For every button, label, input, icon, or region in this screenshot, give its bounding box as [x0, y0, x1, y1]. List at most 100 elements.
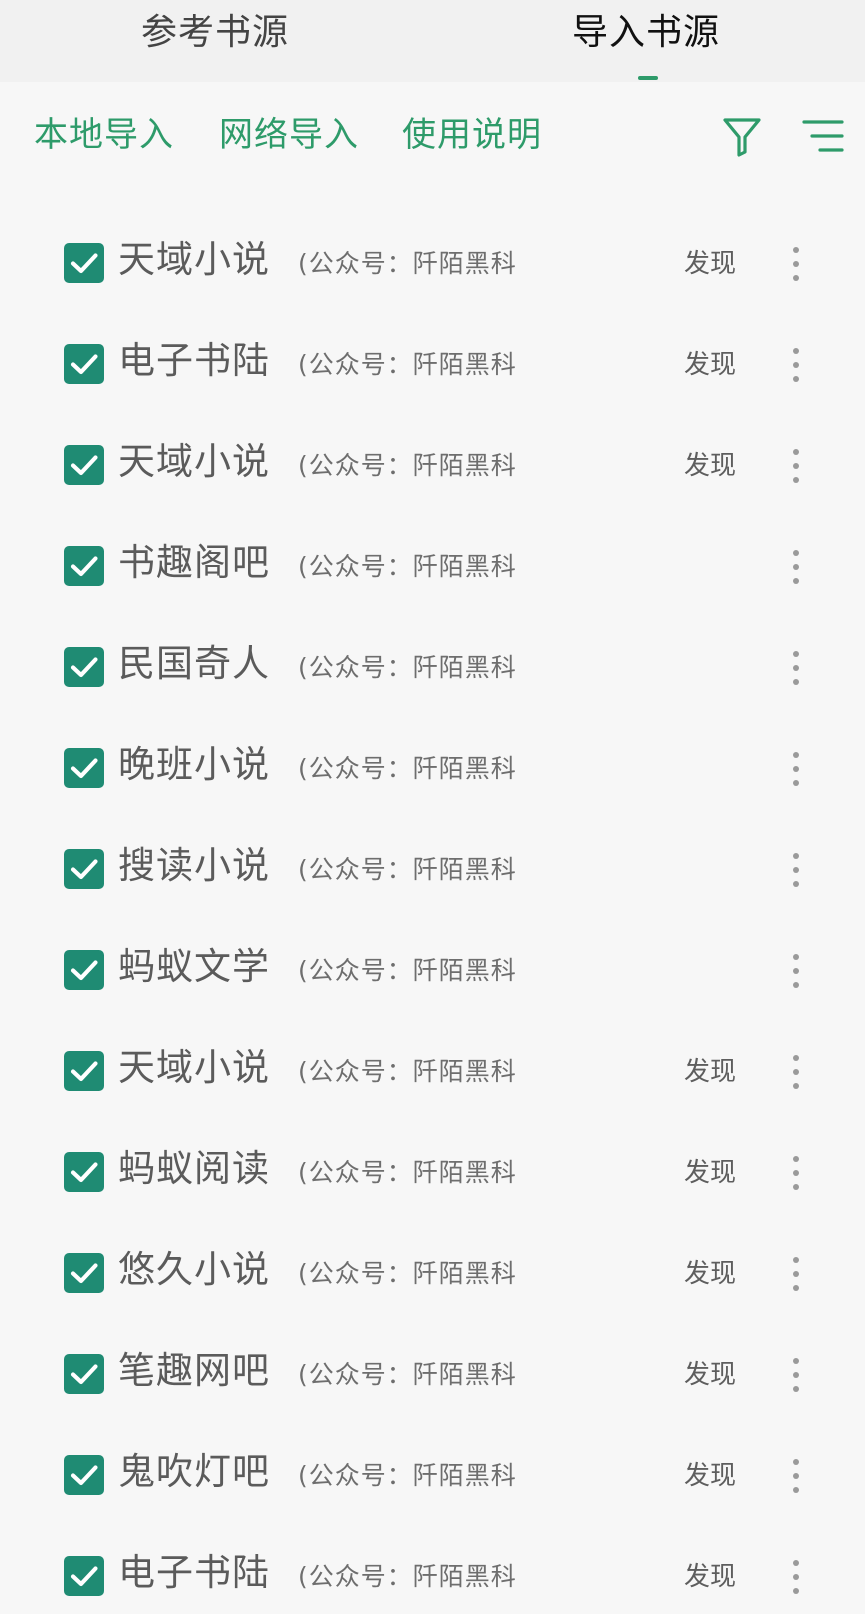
source-name: 蚂蚁文学 [118, 945, 270, 988]
sort-lines-icon[interactable] [802, 118, 844, 154]
source-checkbox[interactable] [64, 647, 104, 687]
source-row[interactable]: 笔趣网吧 (公众号：阡陌黑科 发现 [0, 1325, 865, 1426]
source-name: 晚班小说 [118, 743, 270, 786]
more-vertical-icon[interactable] [784, 646, 808, 690]
active-tab-indicator [638, 76, 658, 80]
source-row[interactable]: 晚班小说 (公众号：阡陌黑科 [0, 719, 865, 820]
more-vertical-icon[interactable] [784, 1555, 808, 1599]
tab-import-sources[interactable]: 导入书源 [572, 8, 720, 68]
more-vertical-icon[interactable] [784, 242, 808, 286]
source-note: (公众号：阡陌黑科 [298, 1461, 517, 1490]
source-name: 笔趣网吧 [118, 1349, 270, 1392]
import-book-sources-screen: 参考书源 导入书源 本地导入 网络导入 使用说明 天域小说 (公众号：阡陌黑科 … [0, 0, 865, 1614]
source-checkbox[interactable] [64, 1354, 104, 1394]
source-row[interactable]: 悠久小说 (公众号：阡陌黑科 发现 [0, 1224, 865, 1325]
checkmark-icon [70, 556, 98, 577]
source-row[interactable]: 电子书陆 (公众号：阡陌黑科 发现 [0, 1527, 865, 1614]
checkmark-icon [70, 1162, 98, 1183]
source-note: (公众号：阡陌黑科 [298, 1360, 517, 1389]
checkmark-icon [70, 1465, 98, 1486]
checkmark-icon [70, 960, 98, 981]
source-row[interactable]: 电子书陆 (公众号：阡陌黑科 发现 [0, 315, 865, 416]
source-name: 悠久小说 [118, 1248, 270, 1291]
usage-guide-button[interactable]: 使用说明 [402, 110, 542, 160]
more-vertical-icon[interactable] [784, 747, 808, 791]
more-vertical-icon[interactable] [784, 949, 808, 993]
source-note: (公众号：阡陌黑科 [298, 653, 517, 682]
checkmark-icon [70, 657, 98, 678]
source-row[interactable]: 蚂蚁阅读 (公众号：阡陌黑科 发现 [0, 1123, 865, 1224]
source-name: 天域小说 [118, 1046, 270, 1089]
source-checkbox[interactable] [64, 950, 104, 990]
checkmark-icon [70, 1061, 98, 1082]
source-checkbox[interactable] [64, 1455, 104, 1495]
local-import-button[interactable]: 本地导入 [34, 110, 174, 160]
more-vertical-icon[interactable] [784, 848, 808, 892]
source-row[interactable]: 天域小说 (公众号：阡陌黑科 发现 [0, 214, 865, 315]
discover-label[interactable]: 发现 [684, 343, 736, 387]
more-vertical-icon[interactable] [784, 1252, 808, 1296]
source-list: 天域小说 (公众号：阡陌黑科 发现 电子书陆 (公众号：阡陌黑科 发现 天域小说… [0, 214, 865, 1614]
network-import-button[interactable]: 网络导入 [219, 110, 359, 160]
discover-label[interactable]: 发现 [684, 444, 736, 488]
more-vertical-icon[interactable] [784, 1454, 808, 1498]
checkmark-icon [70, 758, 98, 779]
more-vertical-icon[interactable] [784, 1353, 808, 1397]
source-name: 鬼吹灯吧 [118, 1450, 270, 1493]
discover-label[interactable]: 发现 [684, 1353, 736, 1397]
more-vertical-icon[interactable] [784, 343, 808, 387]
checkmark-icon [70, 1566, 98, 1587]
discover-label[interactable]: 发现 [684, 1151, 736, 1195]
source-name: 电子书陆 [118, 1551, 270, 1594]
source-checkbox[interactable] [64, 546, 104, 586]
source-row[interactable]: 搜读小说 (公众号：阡陌黑科 [0, 820, 865, 921]
discover-label[interactable]: 发现 [684, 1454, 736, 1498]
source-name: 天域小说 [118, 440, 270, 483]
source-note: (公众号：阡陌黑科 [298, 1057, 517, 1086]
more-vertical-icon[interactable] [784, 1050, 808, 1094]
source-checkbox[interactable] [64, 344, 104, 384]
source-name: 天域小说 [118, 238, 270, 281]
checkmark-icon [70, 1364, 98, 1385]
source-checkbox[interactable] [64, 748, 104, 788]
source-row[interactable]: 天域小说 (公众号：阡陌黑科 发现 [0, 1022, 865, 1123]
more-vertical-icon[interactable] [784, 444, 808, 488]
source-name: 书趣阁吧 [118, 541, 270, 584]
source-row[interactable]: 民国奇人 (公众号：阡陌黑科 [0, 618, 865, 719]
discover-label[interactable]: 发现 [684, 1252, 736, 1296]
source-name: 蚂蚁阅读 [118, 1147, 270, 1190]
source-row[interactable]: 天域小说 (公众号：阡陌黑科 发现 [0, 416, 865, 517]
source-row[interactable]: 蚂蚁文学 (公众号：阡陌黑科 [0, 921, 865, 1022]
source-note: (公众号：阡陌黑科 [298, 451, 517, 480]
source-checkbox[interactable] [64, 1152, 104, 1192]
source-checkbox[interactable] [64, 243, 104, 283]
source-name: 民国奇人 [118, 642, 270, 685]
source-note: (公众号：阡陌黑科 [298, 552, 517, 581]
more-vertical-icon[interactable] [784, 1151, 808, 1195]
tab-reference-sources[interactable]: 参考书源 [141, 8, 289, 68]
source-note: (公众号：阡陌黑科 [298, 1259, 517, 1288]
source-note: (公众号：阡陌黑科 [298, 350, 517, 379]
source-checkbox[interactable] [64, 1556, 104, 1596]
filter-icon[interactable] [722, 116, 762, 158]
source-row[interactable]: 书趣阁吧 (公众号：阡陌黑科 [0, 517, 865, 618]
checkmark-icon [70, 253, 98, 274]
source-note: (公众号：阡陌黑科 [298, 1158, 517, 1187]
source-row[interactable]: 鬼吹灯吧 (公众号：阡陌黑科 发现 [0, 1426, 865, 1527]
discover-label[interactable]: 发现 [684, 1050, 736, 1094]
source-checkbox[interactable] [64, 445, 104, 485]
discover-label[interactable]: 发现 [684, 242, 736, 286]
tab-bar: 参考书源 导入书源 [0, 0, 865, 82]
source-name: 电子书陆 [118, 339, 270, 382]
checkmark-icon [70, 859, 98, 880]
source-note: (公众号：阡陌黑科 [298, 754, 517, 783]
checkmark-icon [70, 455, 98, 476]
source-note: (公众号：阡陌黑科 [298, 1562, 517, 1591]
checkmark-icon [70, 354, 98, 375]
source-checkbox[interactable] [64, 1253, 104, 1293]
more-vertical-icon[interactable] [784, 545, 808, 589]
discover-label[interactable]: 发现 [684, 1555, 736, 1599]
source-checkbox[interactable] [64, 849, 104, 889]
source-note: (公众号：阡陌黑科 [298, 855, 517, 884]
source-checkbox[interactable] [64, 1051, 104, 1091]
